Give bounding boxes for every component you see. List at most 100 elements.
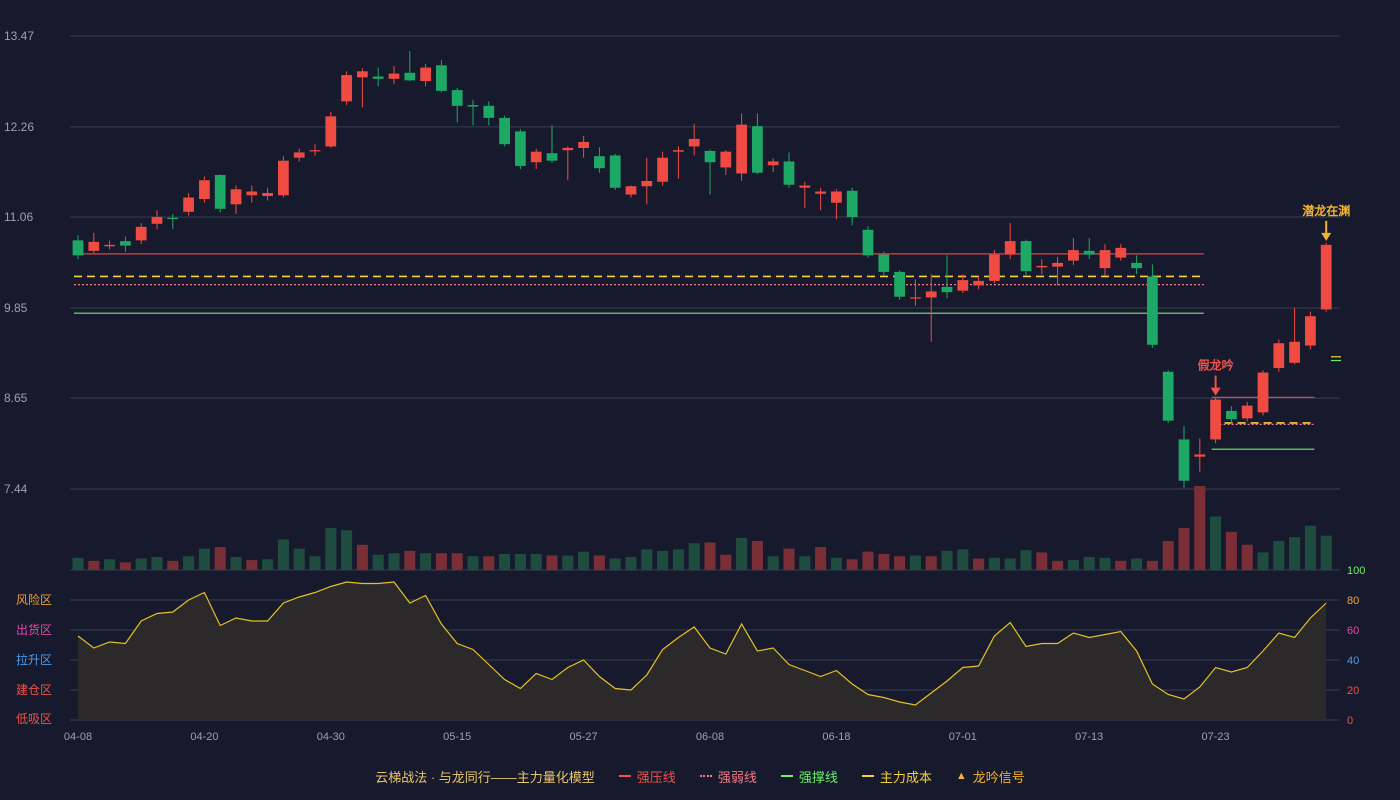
volume-bar [325,528,337,570]
candle-body [1273,343,1285,369]
candle-body [783,161,795,185]
volume-bar [277,539,289,570]
candle-body [562,147,574,151]
x-tick-label: 04-20 [190,731,218,743]
candle-body [120,241,131,246]
volume-bar [1210,516,1222,570]
legend-label: 主力成本 [879,769,932,785]
candle-body [325,116,337,147]
volume-bar [609,558,621,570]
candle-body [878,254,890,272]
osc-zone-label: 风险区 [16,592,52,607]
price-tick-label: 9.85 [4,301,28,315]
candle-body [214,174,226,209]
candle-body [1289,341,1300,363]
volume-bar [356,544,368,570]
candle-body [293,152,305,158]
volume-bar [1304,525,1316,570]
legend-item-resistance[interactable]: 强压线 [618,767,676,786]
osc-tick-label: 20 [1347,685,1359,697]
candle-body [609,155,621,188]
legend-swatch [699,775,712,777]
volume-bar [514,553,526,570]
volume-bar [1004,558,1016,570]
volume-bar [72,557,84,570]
volume-bar [1052,560,1064,570]
x-tick-label: 07-13 [1075,731,1103,743]
triangle-icon: ▲ [955,770,967,782]
volume-bar [672,549,684,570]
x-tick-label: 04-30 [317,731,345,743]
legend-swatch [618,775,631,777]
volume-bar [846,559,858,570]
volume-bar [688,543,700,570]
candle-body [404,72,416,81]
volume-bar [1257,552,1269,570]
candle-body [167,217,179,220]
candle-body [72,240,84,256]
candle-body [246,191,258,196]
price-tick-label: 11.06 [4,210,33,224]
oscillator-area [78,582,1327,720]
volume-bar [309,556,321,570]
candlesticks [72,51,1332,489]
candle-body [1020,241,1032,272]
volume-bar [1146,560,1158,570]
candle-body [135,226,147,241]
volume-bar [1289,537,1301,570]
candle-body [736,124,747,174]
volume-bar [499,553,511,570]
legend-item-support[interactable]: 强撑线 [780,767,838,786]
volume-bar [546,555,558,570]
volume-bar [1178,528,1190,570]
candle-body [1210,399,1221,440]
x-tick-label: 06-18 [822,731,850,743]
candle-body [372,76,384,79]
legend-label: 强压线 [636,769,676,785]
osc-zone-label: 拉升区 [16,652,52,667]
volume-bar [625,557,637,570]
osc-tick-label: 60 [1347,625,1359,637]
legend-item-signal[interactable]: ▲ 龙吟信号 [956,767,1025,786]
volume-bar [593,555,605,570]
candle-body [831,191,842,203]
volume-bar [198,548,210,570]
candle-body [499,117,510,145]
volume-bar [1036,552,1048,570]
candle-body [546,153,558,161]
candle-body [1052,262,1063,267]
volume-bar [1225,531,1237,570]
volume-bar [830,557,842,570]
candle-body [183,197,194,212]
price-axis: 13.47 12.26 11.06 9.85 8.65 7.44 [4,29,34,496]
x-tick-label: 05-15 [443,731,471,743]
x-tick-label: 07-01 [949,731,977,743]
legend-item-cost[interactable]: 主力成本 [861,767,932,786]
candle-body [1131,262,1142,269]
volume-bar [973,558,985,570]
signal-label: 潜龙在渊 [1302,203,1350,218]
volume-bar [293,548,305,570]
volume-bar [957,549,969,570]
candle-body [910,297,921,299]
legend-item-strength[interactable]: 强弱线 [699,767,757,786]
volume-bar [720,554,732,570]
oscillator-panel: 风险区出货区拉升区建仓区低吸区 100 80 60 40 20 0 [16,565,1365,727]
volume-bar [751,540,763,570]
candle-body [467,105,479,107]
volume-bar [167,560,179,570]
price-tick-label: 12.26 [4,120,34,134]
volume-bar [420,553,432,570]
osc-tick-label: 40 [1347,655,1359,667]
candle-body [657,157,668,182]
volume-bar [214,547,226,570]
volume-bar [1273,540,1285,570]
candle-body [1004,241,1016,255]
candle-body [957,280,969,291]
candle-body [1099,250,1111,269]
candle-body [973,280,984,286]
candle-body [989,254,1000,281]
signal-label: 假龙吟 [1198,358,1234,373]
candle-body [846,190,858,218]
candle-body [1068,250,1079,261]
